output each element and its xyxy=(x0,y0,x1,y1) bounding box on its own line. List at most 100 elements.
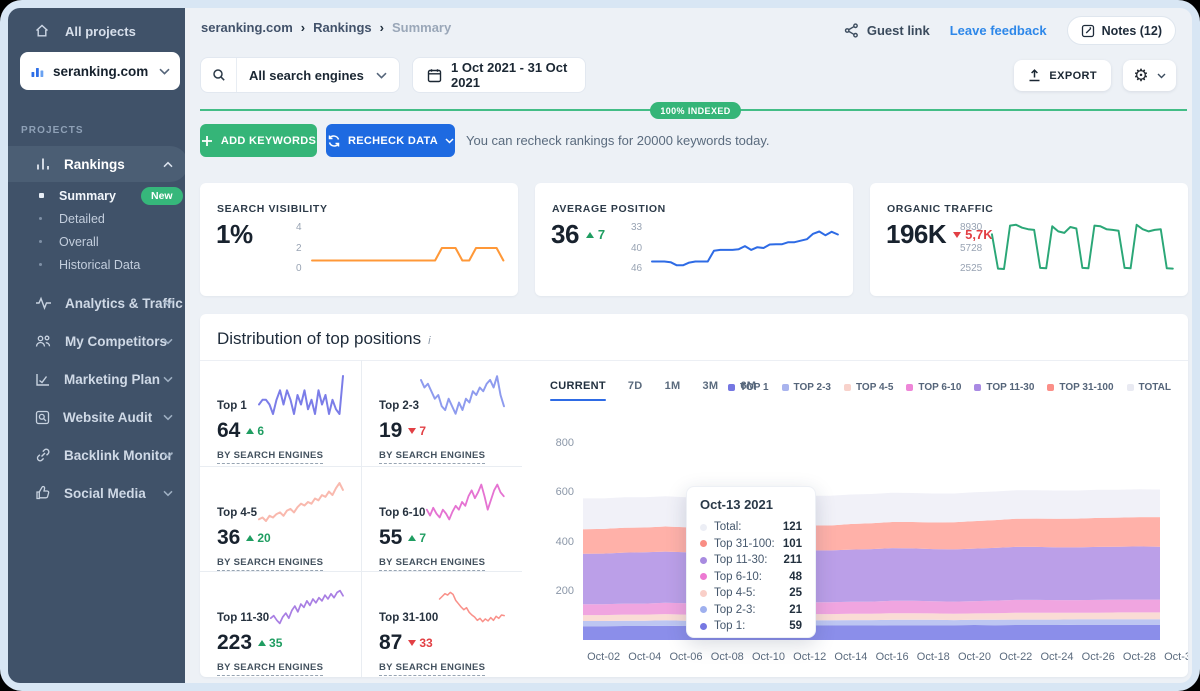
x-tick-label: Oct-30 xyxy=(1164,651,1188,663)
breadcrumb-separator-icon: › xyxy=(380,20,384,35)
sidebar-subitem-overall[interactable]: Overall xyxy=(8,230,185,253)
export-button[interactable]: EXPORT xyxy=(1014,60,1111,91)
minicard-label: Top 2-3 xyxy=(379,400,419,416)
projects-section-label: PROJECTS xyxy=(21,125,84,136)
x-tick-label: Oct-08 xyxy=(711,651,744,663)
minicard-top-1[interactable]: Top 1646BY SEARCH ENGINES xyxy=(200,360,361,466)
minicard-label: Top 4-5 xyxy=(217,507,257,523)
tooltip-series-label: Top 11-30: xyxy=(714,554,768,566)
arrow-up-icon xyxy=(246,428,254,434)
calendar-icon xyxy=(427,68,442,83)
legend-swatch xyxy=(906,384,913,391)
stat-card-chart-ticks: 893057282525 xyxy=(960,221,982,275)
y-tick-label: 2 xyxy=(296,243,302,254)
recheck-data-button[interactable]: RECHECK DATA xyxy=(326,124,455,157)
project-selector[interactable]: seranking.com xyxy=(20,52,180,90)
minicard-top-4-5[interactable]: Top 4-5 3620 BY SEARCH ENGINES xyxy=(200,466,361,572)
add-keywords-button[interactable]: ADD KEYWORDS xyxy=(200,124,317,157)
minicard-delta-value: 7 xyxy=(419,424,426,438)
minicard-value: 36 xyxy=(217,526,240,550)
legend-swatch xyxy=(782,384,789,391)
audit-icon xyxy=(35,410,50,425)
tooltip-series-dot xyxy=(700,524,707,531)
minicard-label: Top 11-30 xyxy=(217,612,269,628)
export-label: EXPORT xyxy=(1049,70,1097,82)
home-icon xyxy=(34,23,50,39)
all-projects-link[interactable]: All projects xyxy=(34,23,136,39)
info-icon[interactable]: i xyxy=(428,335,430,347)
bullet-icon xyxy=(39,193,44,198)
sidebar-item-social-media[interactable]: Social Media xyxy=(8,475,185,511)
chart-legend: TOP 1 TOP 2-3 TOP 4-5 TOP 6-10 TOP 11-30 TOP … xyxy=(728,382,1171,393)
minicard-top-11-30[interactable]: Top 11-3022335BY SEARCH ENGINES xyxy=(200,571,361,677)
legend-item-top-4-5[interactable]: TOP 4-5 xyxy=(844,382,893,393)
legend-item-top-11-30[interactable]: TOP 11-30 xyxy=(974,382,1034,393)
sidebar-item-marketing-plan[interactable]: Marketing Plan xyxy=(8,361,185,397)
legend-item-top-31-100[interactable]: TOP 31-100 xyxy=(1047,382,1113,393)
sidebar-item-my-competitors[interactable]: My Competitors xyxy=(8,323,185,359)
sidebar-item-backlink-monitor[interactable]: Backlink Monitor xyxy=(8,437,185,473)
stat-card-chart-ticks: 420 xyxy=(296,221,302,275)
stat-card-title: AVERAGE POSITION xyxy=(552,203,666,215)
arrow-up-icon xyxy=(258,640,266,646)
bullet-icon xyxy=(39,217,42,220)
header-actions: Guest link Leave feedback Notes (12) xyxy=(844,16,1176,45)
stat-card-chart: 334046 xyxy=(631,221,840,275)
sidebar-item-analytics-traffic[interactable]: Analytics & Traffic xyxy=(8,285,185,321)
sidebar-subitem-detailed[interactable]: Detailed xyxy=(8,207,185,230)
date-range-picker[interactable]: 1 Oct 2021 - 31 Oct 2021 xyxy=(412,57,586,93)
tooltip-series-value: 59 xyxy=(789,620,802,632)
main-area: seranking.com›Rankings›Summary Guest lin… xyxy=(185,8,1192,683)
sidebar-item-website-audit[interactable]: Website Audit xyxy=(8,399,185,435)
notes-button[interactable]: Notes (12) xyxy=(1067,16,1176,45)
app-window: All projects seranking.com PROJECTS Rank… xyxy=(0,0,1200,691)
tooltip-series-dot xyxy=(700,590,707,597)
sidebar-item-rankings[interactable]: Rankings xyxy=(8,146,185,182)
tab-7d[interactable]: 7D xyxy=(628,380,643,401)
by-search-engines-link[interactable]: BY SEARCH ENGINES xyxy=(379,662,485,676)
chart-tooltip: Oct-13 2021 Total:121Top 31-100:101Top 1… xyxy=(686,486,816,638)
tooltip-series-label: Top 4-5: xyxy=(714,587,756,599)
legend-item-total[interactable]: TOTAL xyxy=(1127,382,1171,393)
breadcrumb-item[interactable]: Rankings xyxy=(313,20,372,35)
stat-card-title: ORGANIC TRAFFIC xyxy=(887,203,993,215)
area-band-top-1 xyxy=(583,625,1160,640)
minicard-top-6-10[interactable]: Top 6-10557BY SEARCH ENGINES xyxy=(361,466,522,572)
x-tick-label: Oct-02 xyxy=(587,651,620,663)
date-range-value: 1 Oct 2021 - 31 Oct 2021 xyxy=(451,60,571,90)
chevron-down-icon xyxy=(376,72,387,79)
stat-card-value: 1% xyxy=(216,219,253,250)
settings-button[interactable]: ⚙ xyxy=(1123,60,1176,91)
stat-card-title: SEARCH VISIBILITY xyxy=(217,203,328,215)
chevron-down-icon xyxy=(445,138,454,144)
legend-swatch xyxy=(844,384,851,391)
tab-1m[interactable]: 1M xyxy=(665,380,681,401)
legend-item-top-6-10[interactable]: TOP 6-10 xyxy=(906,382,961,393)
tooltip-series-value: 101 xyxy=(783,538,802,550)
by-search-engines-link[interactable]: BY SEARCH ENGINES xyxy=(379,450,485,464)
legend-item-top-2-3[interactable]: TOP 2-3 xyxy=(782,382,831,393)
by-search-engines-link[interactable]: BY SEARCH ENGINES xyxy=(217,662,323,676)
minicard-header: Top 31-100 xyxy=(379,586,506,628)
gear-icon: ⚙ xyxy=(1133,67,1148,84)
guest-link-button[interactable]: Guest link xyxy=(844,23,930,38)
by-search-engines-link[interactable]: BY SEARCH ENGINES xyxy=(217,450,323,464)
legend-swatch xyxy=(728,384,735,391)
sidebar-subitem-historical-data[interactable]: Historical Data xyxy=(8,253,185,276)
minicard-delta: 6 xyxy=(246,424,264,438)
sidebar-subitem-summary[interactable]: SummaryNew xyxy=(8,184,185,207)
minicard-top-2-3[interactable]: Top 2-3197BY SEARCH ENGINES xyxy=(361,360,522,466)
minicard-value-row: 3620 xyxy=(217,526,345,550)
tab-3m[interactable]: 3M xyxy=(702,380,718,401)
by-search-engines-link[interactable]: BY SEARCH ENGINES xyxy=(379,557,485,571)
y-tick-label: 33 xyxy=(631,222,642,233)
legend-item-top-1[interactable]: TOP 1 xyxy=(728,382,769,393)
tab-current[interactable]: CURRENT xyxy=(550,380,606,401)
minicard-top-31-100[interactable]: Top 31-1008733BY SEARCH ENGINES xyxy=(361,571,522,677)
breadcrumb-item[interactable]: seranking.com xyxy=(201,20,293,35)
leave-feedback-link[interactable]: Leave feedback xyxy=(950,23,1047,38)
chevron-down-icon xyxy=(163,490,173,497)
search-engine-select[interactable]: All search engines xyxy=(200,57,400,93)
minicard-delta-value: 33 xyxy=(419,636,432,650)
by-search-engines-link[interactable]: BY SEARCH ENGINES xyxy=(217,557,323,571)
